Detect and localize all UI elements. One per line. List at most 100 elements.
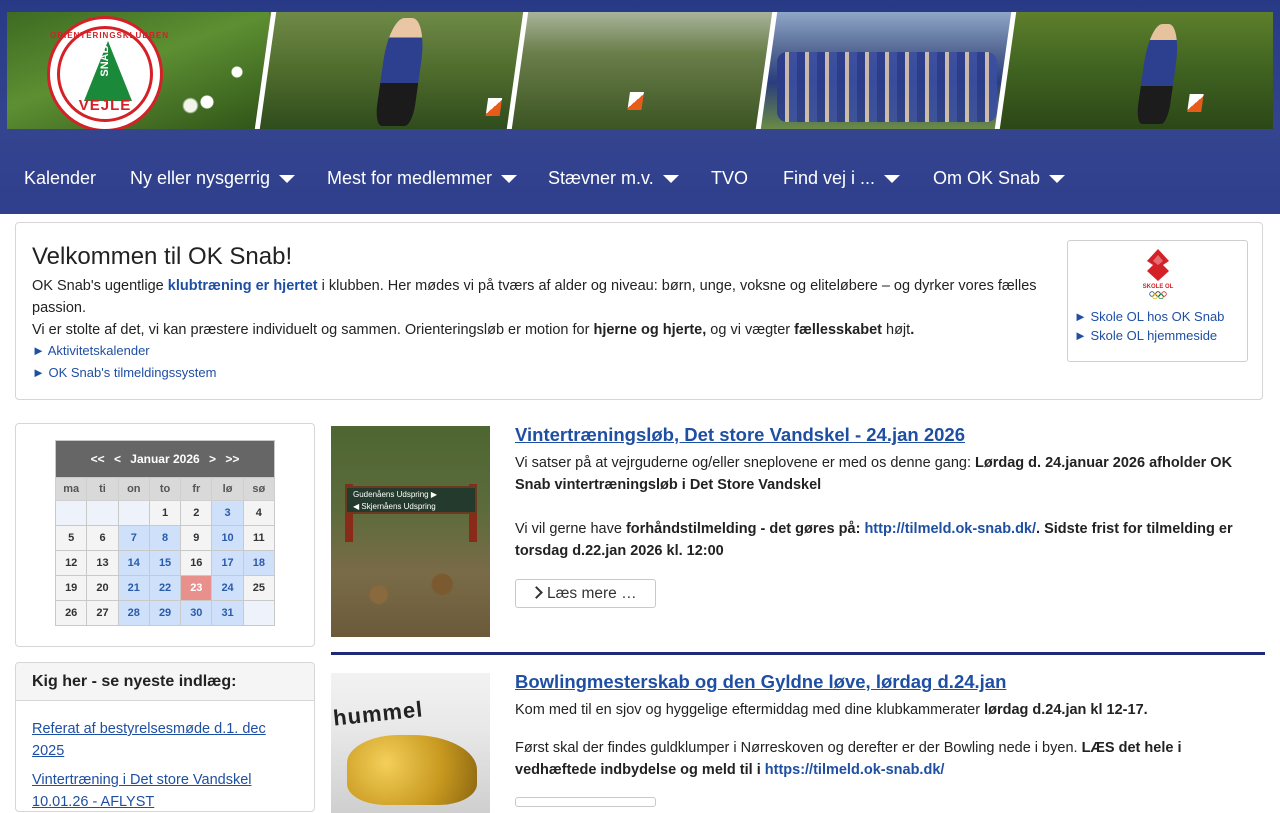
klubtraening-link[interactable]: klubtræning er hjertet — [168, 278, 318, 294]
calendar-day-event[interactable]: 28 — [117, 600, 150, 626]
calendar-day: 25 — [242, 575, 276, 601]
calendar-day-event[interactable]: 14 — [117, 550, 150, 576]
calendar-day-event[interactable]: 18 — [242, 550, 276, 576]
skole-ol-logo-icon[interactable]: SKOLE OL — [1141, 247, 1175, 299]
calendar-day-event[interactable]: 17 — [211, 550, 244, 576]
nav-label: Mest for medlemmer — [327, 168, 493, 188]
sign-board: Gudenåens Udspring ▶ ◀ Skjernåens Udspri… — [345, 486, 477, 514]
club-logo[interactable]: ORIENTERINGSKLUBBEN SNAB VEJLE — [47, 16, 168, 129]
chevron-right-icon — [530, 586, 543, 599]
calendar-next-month-button[interactable]: > — [209, 452, 216, 466]
nav-label: Kalender — [24, 168, 97, 188]
calendar-prev-year-button[interactable]: << — [91, 452, 105, 466]
weekday-label: fr — [180, 477, 213, 501]
tilmeld-link[interactable]: http://tilmeld.ok-snab.dk/ — [864, 521, 1036, 537]
latest-posts-title: Kig her - se nyeste indlæg: — [32, 673, 237, 690]
calendar-day-event[interactable]: 21 — [117, 575, 150, 601]
calendar-prev-month-button[interactable]: < — [114, 452, 121, 466]
nav-kalender[interactable]: Kalender — [24, 150, 96, 206]
welcome-p2-start: Vi er stolte af det, vi kan præstere ind… — [32, 322, 594, 338]
latest-post-link[interactable]: Vintertræning i Det store Vandskel 10.01… — [32, 769, 282, 811]
calendar-day-event[interactable]: 15 — [148, 550, 182, 576]
calendar-day-event[interactable]: 30 — [180, 600, 213, 626]
calendar-box: << < Januar 2026 > >> ma ti on to fr lø … — [15, 423, 315, 647]
nav-staevner[interactable]: Stævner m.v. — [548, 150, 679, 206]
main-nav: Kalender Ny eller nysgerrig Mest for med… — [0, 150, 1280, 206]
calendar-day: 9 — [180, 525, 213, 551]
skole-ol-hos-snab-link[interactable]: ► Skole OL hos OK Snab — [1074, 307, 1224, 326]
calendar-day-event[interactable]: 31 — [211, 600, 244, 626]
chevron-down-icon — [501, 175, 518, 184]
calendar-day: 2 — [180, 500, 213, 526]
chevron-down-icon — [279, 175, 296, 184]
read-more-button-2[interactable] — [515, 797, 656, 807]
sign-text-1: Gudenåens Udspring ▶ — [353, 490, 437, 499]
article-1-text: Vi satser på at vejrguderne og/eller sne… — [515, 452, 1245, 562]
welcome-p2-mid: og vi vægter — [706, 322, 795, 338]
calendar-day-event[interactable]: 22 — [148, 575, 182, 601]
chevron-down-icon — [884, 175, 901, 184]
article-2-text: Kom med til en sjov og hyggelige eftermi… — [515, 699, 1245, 721]
nav-om-ok-snab[interactable]: Om OK Snab — [933, 150, 1066, 206]
weekday-label: on — [117, 477, 150, 501]
nav-ny-eller-nysgerrig[interactable]: Ny eller nysgerrig — [130, 150, 296, 206]
welcome-p2-period: . — [910, 322, 915, 338]
calendar-day-event[interactable]: 8 — [148, 525, 182, 551]
calendar-day-event[interactable]: 7 — [117, 525, 150, 551]
tilmeldingssystem-link[interactable]: ► OK Snab's tilmeldingssystem — [32, 362, 216, 384]
read-more-button[interactable]: Læs mere … — [515, 579, 656, 608]
logo-snab-text: SNAB — [99, 45, 111, 77]
calendar-day-empty — [242, 600, 276, 626]
article-2-image[interactable]: hummel — [331, 673, 490, 813]
weekday-label: lø — [211, 477, 244, 501]
calendar-day-empty — [54, 500, 88, 526]
calendar-day: 4 — [242, 500, 276, 526]
latest-posts-header: Kig her - se nyeste indlæg: — [16, 663, 314, 701]
sign-text-2: ◀ Skjernåens Udspring — [353, 502, 436, 511]
calendar-day: 27 — [86, 600, 119, 626]
article-1-title[interactable]: Vintertræningsløb, Det store Vandskel - … — [515, 424, 965, 446]
calendar-next-year-button[interactable]: >> — [225, 452, 239, 466]
calendar-day: 1 — [148, 500, 182, 526]
calendar-day: 6 — [86, 525, 119, 551]
banner-photo-runner-2 — [994, 12, 1273, 129]
skole-ol-hjemmeside-link[interactable]: ► Skole OL hjemmeside — [1074, 326, 1217, 345]
calendar-day-empty — [117, 500, 150, 526]
tilmeld-link-2[interactable]: https://tilmeld.ok-snab.dk/ — [765, 762, 945, 778]
calendar-day-event[interactable]: 3 — [211, 500, 244, 526]
nav-label: Stævner m.v. — [548, 168, 654, 188]
calendar-day-event[interactable]: 29 — [148, 600, 182, 626]
chevron-down-icon — [1049, 175, 1066, 184]
article-2-title[interactable]: Bowlingmesterskab og den Gyldne løve, lø… — [515, 671, 1006, 693]
calendar-day: 16 — [180, 550, 213, 576]
calendar-day-today[interactable]: 23 — [180, 575, 213, 601]
chevron-down-icon — [662, 175, 679, 184]
article-1-image[interactable]: Gudenåens Udspring ▶ ◀ Skjernåens Udspri… — [331, 426, 490, 637]
calendar-day: 19 — [54, 575, 88, 601]
welcome-text: OK Snab's ugentlige klubtræning er hjert… — [32, 275, 1047, 341]
nav-tvo[interactable]: TVO — [711, 150, 748, 206]
article-1-text-2: Vi vil gerne have — [515, 521, 626, 537]
article-2-text-2: Først skal der findes guldklumper i Nørr… — [515, 740, 1082, 756]
weekday-label: ma — [54, 477, 88, 501]
calendar-day-event[interactable]: 24 — [211, 575, 244, 601]
header-banner: ORIENTERINGSKLUBBEN SNAB VEJLE — [7, 12, 1273, 129]
article-1-text-2-bold: forhåndstilmelding - det gøres på: — [625, 521, 865, 537]
nav-label: Ny eller nysgerrig — [130, 168, 271, 188]
welcome-p2-end: højt — [881, 322, 911, 338]
calendar-day-event[interactable]: 10 — [211, 525, 244, 551]
skole-ol-box: SKOLE OL ► Skole OL hos OK Snab ► Skole … — [1067, 240, 1248, 362]
calendar-day: 5 — [54, 525, 88, 551]
hummel-brand-text: hummel — [331, 696, 425, 731]
welcome-p1-start: OK Snab's ugentlige — [32, 278, 168, 294]
aktivitetskalender-link[interactable]: ► Aktivitetskalender — [32, 340, 150, 362]
article-2-text-1: Kom med til en sjov og hyggelige eftermi… — [515, 702, 985, 718]
nav-label: Find vej i ... — [783, 168, 876, 188]
welcome-box: Velkommen til OK Snab! OK Snab's ugentli… — [15, 222, 1263, 400]
nav-find-vej[interactable]: Find vej i ... — [783, 150, 901, 206]
nav-mest-for-medlemmer[interactable]: Mest for medlemmer — [327, 150, 518, 206]
calendar-day: 20 — [86, 575, 119, 601]
welcome-p2-bold-2: fællesskabet — [794, 322, 882, 338]
calendar-day: 13 — [86, 550, 119, 576]
latest-post-link[interactable]: Referat af bestyrelsesmøde d.1. dec 2025 — [32, 718, 282, 762]
